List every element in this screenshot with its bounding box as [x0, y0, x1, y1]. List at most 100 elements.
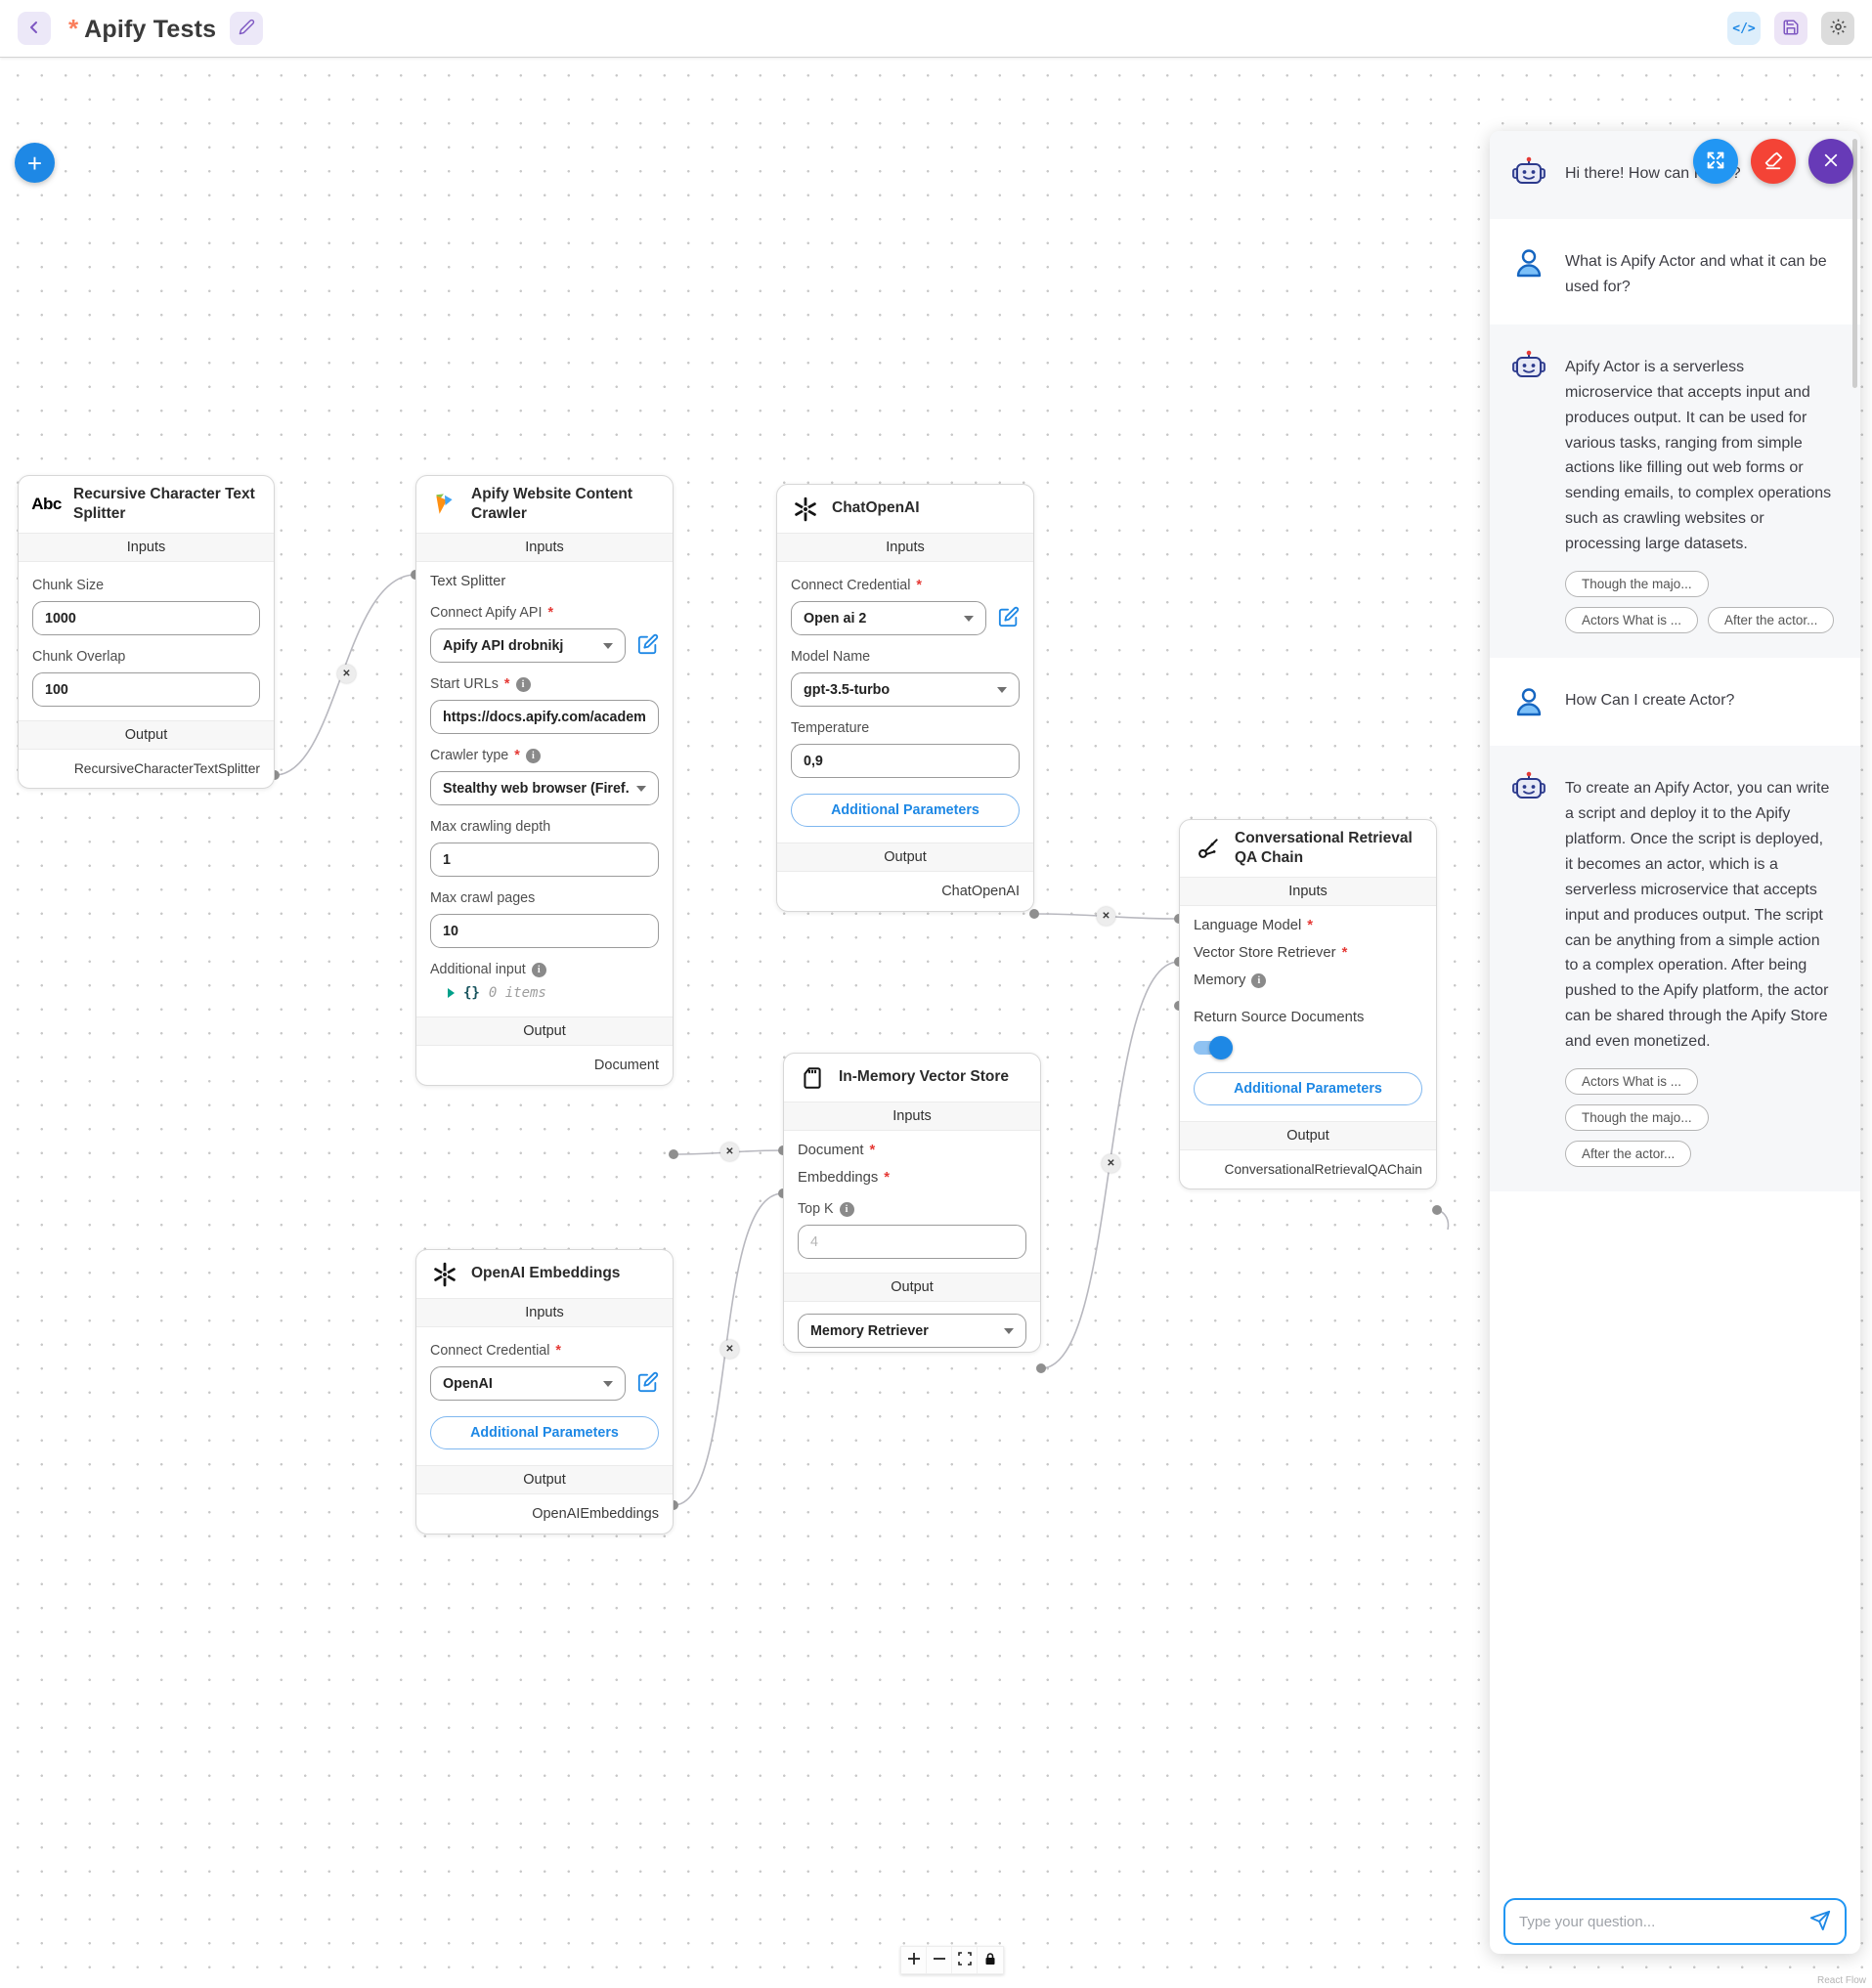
- save-button[interactable]: [1774, 12, 1807, 45]
- settings-button[interactable]: [1821, 12, 1854, 45]
- chevron-down-icon: [603, 643, 613, 649]
- send-button[interactable]: [1809, 1910, 1831, 1934]
- handle-crawler-document-output[interactable]: [669, 1149, 678, 1159]
- edge-qachain-output-stub: [1437, 1210, 1449, 1230]
- openai-credential-select[interactable]: Open ai 2: [791, 601, 986, 635]
- chat-message-user: How Can I create Actor?: [1490, 658, 1860, 746]
- required-marker: *: [1342, 945, 1348, 961]
- field-additional-input: Additional input {} 0 items: [430, 962, 659, 1001]
- source-chip[interactable]: After the actor...: [1708, 607, 1834, 633]
- source-chip[interactable]: Though the majo...: [1565, 571, 1709, 597]
- edge-delete-button[interactable]: ✕: [720, 1143, 739, 1161]
- node-title: Apify Website Content Crawler: [471, 485, 660, 524]
- add-node-button[interactable]: +: [15, 143, 55, 183]
- field-label: Top K: [798, 1201, 834, 1217]
- chat-message-bot: Apify Actor is a serverless microservice…: [1490, 324, 1860, 658]
- inputs-band: Inputs: [416, 1298, 673, 1327]
- lock-button[interactable]: [978, 1947, 1003, 1973]
- info-icon: [532, 963, 546, 977]
- message-text: Apify Actor is a serverless microservice…: [1565, 355, 1835, 557]
- node-header: Abc Recursive Character Text Splitter: [19, 476, 274, 533]
- fit-view-icon: [958, 1952, 972, 1968]
- fullscreen-chat-button[interactable]: [1693, 139, 1738, 184]
- field-model-name: Model Name gpt-3.5-turbo: [791, 649, 1020, 707]
- return-source-documents-toggle[interactable]: [1194, 1039, 1237, 1057]
- additional-parameters-button[interactable]: Additional Parameters: [791, 794, 1020, 827]
- view-code-button[interactable]: </>: [1727, 12, 1761, 45]
- field-label: Connect Credential: [791, 578, 910, 593]
- crawler-type-select[interactable]: Stealthy web browser (Firef...: [430, 771, 659, 805]
- user-avatar-icon: [1509, 243, 1548, 282]
- info-icon: [516, 677, 531, 692]
- field-label: Model Name: [791, 649, 870, 665]
- field-crawler-type: Crawler type* Stealthy web browser (Fire…: [430, 748, 659, 805]
- source-chip[interactable]: Though the majo...: [1565, 1104, 1709, 1131]
- model-name-select[interactable]: gpt-3.5-turbo: [791, 672, 1020, 707]
- field-label: Chunk Overlap: [32, 649, 125, 665]
- field-label: Connect Credential: [430, 1343, 549, 1359]
- openai-credential-select[interactable]: OpenAI: [430, 1366, 626, 1401]
- input-anchor-vector-store-retriever: Vector Store Retriever*: [1180, 935, 1436, 963]
- edge-delete-button[interactable]: ✕: [720, 1340, 739, 1359]
- zoom-out-button[interactable]: [927, 1947, 952, 1973]
- additional-parameters-button[interactable]: Additional Parameters: [430, 1416, 659, 1449]
- inputs-band: Inputs: [416, 533, 673, 562]
- edit-credential-button[interactable]: [998, 606, 1020, 630]
- required-marker: *: [547, 605, 553, 621]
- output-type-select[interactable]: Memory Retriever: [798, 1314, 1026, 1348]
- chat-scrollbar[interactable]: [1852, 139, 1857, 388]
- chunk-size-input[interactable]: [32, 601, 260, 635]
- text-splitter-icon: Abc: [31, 490, 62, 520]
- chat-question-input[interactable]: [1519, 1914, 1800, 1930]
- json-editor-row[interactable]: {} 0 items: [448, 985, 645, 1001]
- additional-parameters-button[interactable]: Additional Parameters: [1194, 1072, 1422, 1105]
- edge-delete-button[interactable]: ✕: [1097, 907, 1115, 926]
- expand-icon: [1705, 150, 1726, 174]
- edit-credential-button[interactable]: [637, 633, 659, 658]
- canvas-controls: [900, 1946, 1004, 1974]
- source-chip[interactable]: After the actor...: [1565, 1141, 1691, 1167]
- node-openai-embeddings[interactable]: OpenAI Embeddings Inputs Connect Credent…: [415, 1249, 674, 1534]
- max-crawl-pages-input[interactable]: [430, 914, 659, 948]
- zoom-in-button[interactable]: [901, 1947, 927, 1973]
- apify-credential-select[interactable]: Apify API drobnikj: [430, 628, 626, 663]
- handle-qachain-output[interactable]: [1432, 1205, 1442, 1215]
- source-chip[interactable]: Actors What is ...: [1565, 607, 1698, 633]
- expand-caret-icon: [448, 988, 455, 998]
- chevron-down-icon: [1004, 1328, 1014, 1334]
- edit-pencil-icon: [998, 606, 1020, 630]
- node-chatopenai[interactable]: ChatOpenAI Inputs Connect Credential* Op…: [776, 484, 1034, 912]
- chat-panel: Hi there! How can I help? What is Apify …: [1490, 131, 1860, 1954]
- field-max-crawl-pages: Max crawl pages: [430, 890, 659, 948]
- fit-view-button[interactable]: [952, 1947, 978, 1973]
- chat-message-list[interactable]: Hi there! How can I help? What is Apify …: [1490, 131, 1860, 1898]
- flow-canvas[interactable]: ✕ ✕ ✕ ✕ ✕ + Abc Recursive Character Text…: [0, 58, 1872, 1988]
- edit-pencil-icon: [637, 1371, 659, 1396]
- chat-input-bar: [1490, 1898, 1860, 1954]
- node-recursive-character-text-splitter[interactable]: Abc Recursive Character Text Splitter In…: [18, 475, 275, 789]
- chevron-down-icon: [997, 687, 1007, 693]
- input-anchor-document: Document*: [784, 1133, 1040, 1160]
- chevron-down-icon: [603, 1381, 613, 1387]
- code-icon: </>: [1732, 22, 1755, 36]
- close-chat-button[interactable]: [1808, 139, 1853, 184]
- node-conversational-retrieval-qa-chain[interactable]: Conversational Retrieval QA Chain Inputs…: [1179, 819, 1437, 1189]
- clear-chat-button[interactable]: [1751, 139, 1796, 184]
- chunk-overlap-input[interactable]: [32, 672, 260, 707]
- required-marker: *: [884, 1170, 890, 1186]
- edge-delete-button[interactable]: ✕: [337, 665, 356, 683]
- start-urls-input[interactable]: [430, 700, 659, 734]
- handle-vstore-retriever-output[interactable]: [1036, 1363, 1046, 1373]
- required-marker: *: [916, 578, 922, 593]
- node-in-memory-vector-store[interactable]: In-Memory Vector Store Inputs Document* …: [783, 1053, 1041, 1353]
- back-button[interactable]: [18, 12, 51, 45]
- edit-title-button[interactable]: [230, 12, 263, 45]
- edge-delete-button[interactable]: ✕: [1102, 1154, 1120, 1173]
- max-crawling-depth-input[interactable]: [430, 843, 659, 877]
- required-marker: *: [514, 748, 520, 763]
- source-chip[interactable]: Actors What is ...: [1565, 1068, 1698, 1095]
- temperature-input[interactable]: [791, 744, 1020, 778]
- node-apify-website-content-crawler[interactable]: Apify Website Content Crawler Inputs Tex…: [415, 475, 674, 1086]
- edit-credential-button[interactable]: [637, 1371, 659, 1396]
- top-k-input[interactable]: [798, 1225, 1026, 1259]
